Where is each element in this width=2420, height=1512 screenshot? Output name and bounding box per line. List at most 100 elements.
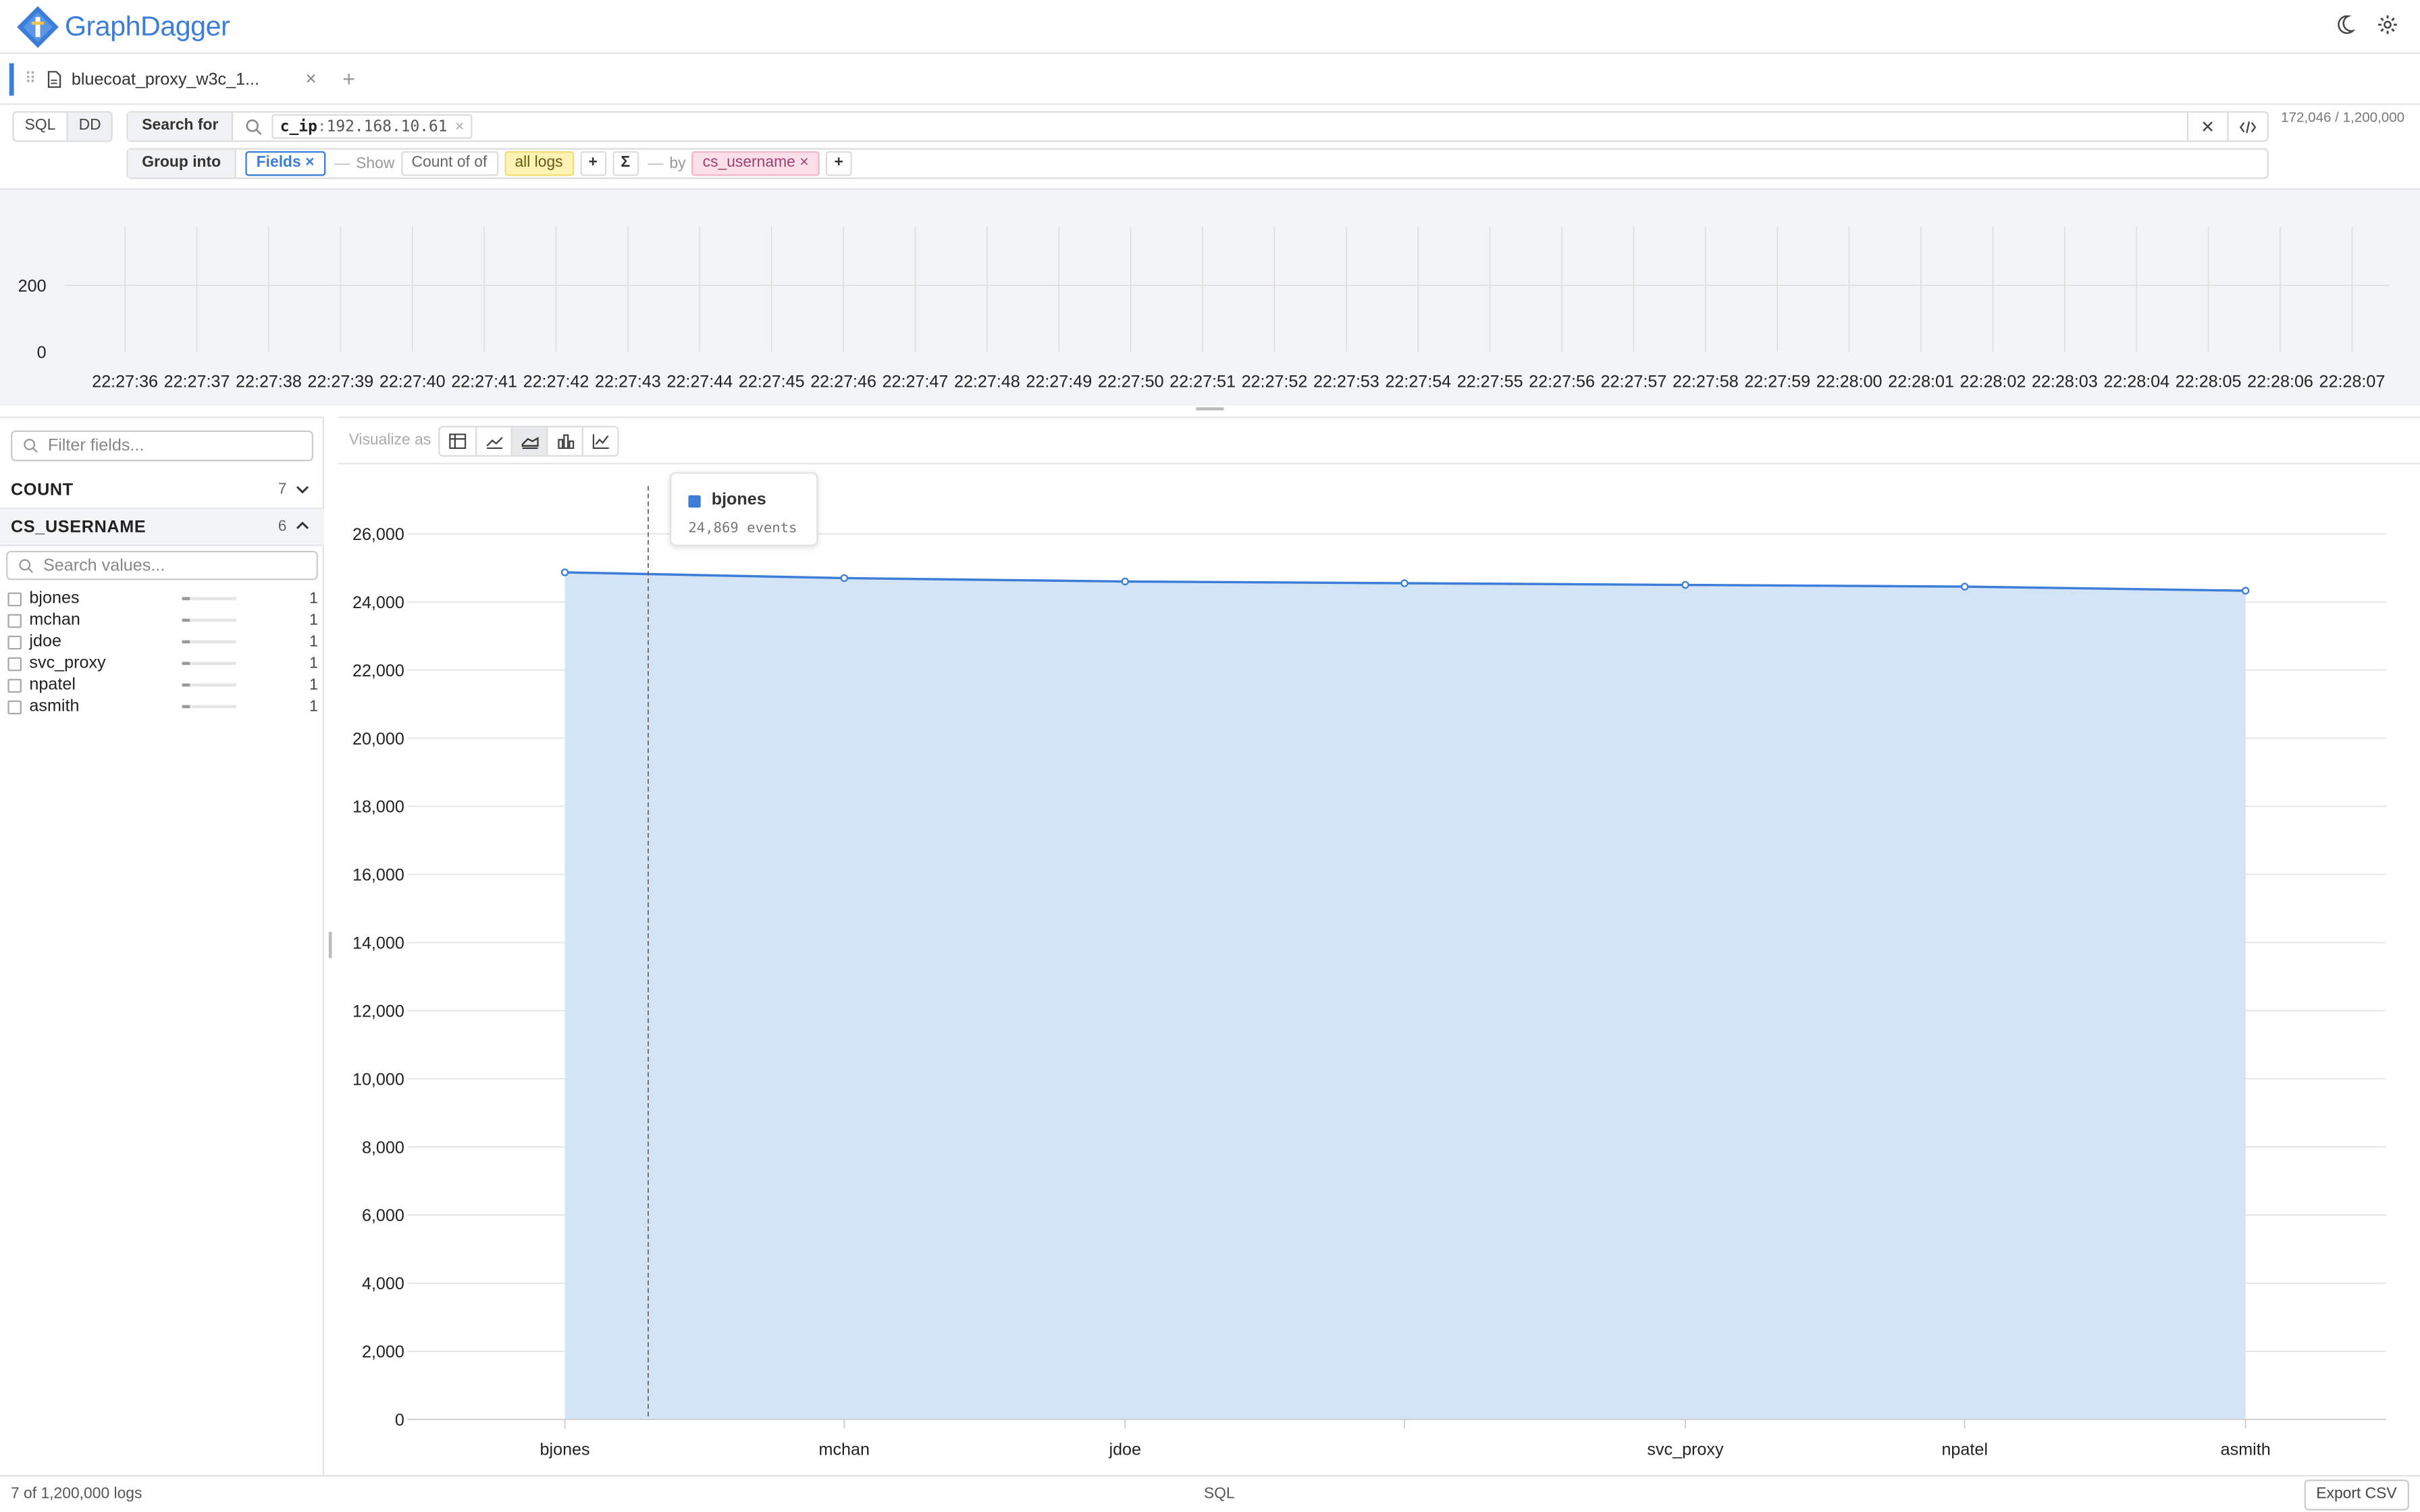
visualize-label: Visualize as (348, 431, 431, 450)
field-name: CS_USERNAME (10, 517, 147, 537)
field-count[interactable]: COUNT 7 (0, 472, 324, 510)
aggregate-button[interactable]: Σ (612, 151, 639, 176)
tooltip-series-name: bjones (711, 490, 766, 510)
value-checkbox[interactable] (7, 656, 22, 671)
show-label: Show (356, 155, 395, 172)
value-checkbox[interactable] (7, 613, 22, 628)
x-tick-label: jdoe (1109, 1440, 1142, 1459)
field-count-value: 7 (278, 481, 288, 499)
main-chart[interactable]: 0 2,000 4,000 6,000 8,000 10,000 12,000 14,000 1… (338, 464, 2420, 1475)
tab-bluecoat[interactable]: ⠿ bluecoat_proxy_w3c_1... × (9, 63, 326, 96)
value-row[interactable]: npatel 1 (0, 674, 324, 696)
metric-select[interactable]: Count of of (400, 151, 498, 176)
data-point[interactable] (1960, 583, 1969, 591)
sidebar-resize-handle[interactable] (328, 932, 332, 959)
viz-area-button[interactable] (510, 427, 547, 456)
value-row[interactable]: svc_proxy 1 (0, 653, 324, 674)
data-point[interactable] (560, 568, 569, 576)
histogram-svg: 22:27:36 22:27:37 22:27:38 22:27:39 22:27:40… (18, 226, 2390, 392)
data-point[interactable] (1681, 580, 1689, 589)
separator-dash: — (334, 155, 350, 172)
mode-sql-button[interactable]: SQL (14, 113, 67, 140)
value-checkbox[interactable] (7, 591, 22, 606)
gear-icon[interactable] (2377, 14, 2398, 36)
histogram-x-tick: 22:28:02 (1960, 373, 2026, 392)
histogram-x-tick: 22:27:37 (164, 373, 230, 392)
code-view-button[interactable] (2227, 112, 2267, 140)
tooltip-value: 24,869 events (688, 521, 797, 537)
value-share-fill (182, 597, 190, 601)
value-share-bar (182, 705, 236, 709)
field-cs-username[interactable]: CS_USERNAME 6 (0, 509, 324, 547)
value-label: npatel (29, 676, 76, 695)
search-icon (246, 118, 263, 134)
histogram-x-tick: 22:28:03 (2032, 373, 2098, 392)
remove-groupby-icon[interactable]: × (799, 155, 808, 171)
value-row[interactable]: bjones 1 (0, 588, 324, 610)
drag-handle-icon[interactable]: ⠿ (25, 71, 36, 88)
value-row[interactable]: jdoe 1 (0, 631, 324, 653)
separator-dash-2: — (648, 155, 664, 172)
histogram-x-tick: 22:27:50 (1098, 373, 1164, 392)
value-checkbox[interactable] (7, 678, 22, 693)
histogram-x-tick: 22:27:36 (92, 373, 158, 392)
groupby-chip-label: cs_username (702, 154, 795, 171)
y-tick-label: 20,000 (352, 730, 404, 749)
viz-bar-button[interactable] (546, 427, 582, 456)
x-tick-label: asmith (2221, 1440, 2271, 1459)
close-tab-icon[interactable]: × (306, 68, 317, 90)
remove-filter-icon[interactable]: × (455, 118, 464, 135)
data-point[interactable] (2241, 587, 2250, 595)
moon-icon[interactable] (2334, 14, 2355, 36)
value-share-fill (182, 618, 190, 622)
chevron-up-icon (296, 521, 309, 529)
export-csv-button[interactable]: Export CSV (2303, 1479, 2409, 1511)
value-share-fill (182, 640, 190, 644)
viz-line-button[interactable] (475, 427, 511, 456)
histogram-y-tick: 0 (37, 343, 47, 362)
add-tab-button[interactable]: + (342, 66, 355, 91)
value-row[interactable]: mchan 1 (0, 610, 324, 631)
clear-search-button[interactable]: ✕ (2186, 112, 2227, 140)
add-metric-button[interactable]: + (579, 151, 606, 176)
value-checkbox[interactable] (7, 699, 22, 714)
add-groupby-button[interactable]: + (825, 151, 852, 176)
mode-dd-button[interactable]: DD (66, 112, 112, 140)
value-checkbox[interactable] (7, 634, 22, 649)
value-row[interactable]: asmith 1 (0, 696, 324, 718)
viz-table-button[interactable] (440, 427, 475, 455)
fields-chip[interactable]: Fields × (245, 151, 325, 176)
area-chart-svg: 0 2,000 4,000 6,000 8,000 10,000 12,000 14,000 1… (352, 485, 2386, 1459)
remove-fields-icon[interactable]: × (305, 155, 314, 171)
scope-chip[interactable]: all logs (504, 151, 574, 176)
value-label: jdoe (29, 632, 61, 651)
histogram-x-tick: 22:27:41 (451, 373, 517, 392)
value-share-bar (182, 662, 236, 666)
app-logo[interactable]: GraphDagger (16, 4, 230, 49)
group-bar: Group into Fields × — Show Count of of a… (126, 148, 2269, 180)
fields-chip-label: Fields (256, 154, 301, 171)
viz-combo-button[interactable] (581, 427, 618, 456)
groupby-chip[interactable]: cs_username × (691, 151, 820, 176)
filter-chip-value: 192.168.10.61 (326, 117, 448, 135)
y-tick-label: 10,000 (352, 1070, 404, 1089)
data-point[interactable] (1121, 577, 1129, 586)
data-point[interactable] (840, 574, 848, 583)
y-tick-label: 12,000 (352, 1002, 404, 1021)
logo-icon (17, 5, 59, 47)
histogram-x-tick: 22:27:48 (954, 373, 1020, 392)
value-count: 1 (309, 612, 318, 629)
filter-chip-key: c_ip (280, 117, 317, 135)
histogram-x-tick: 22:27:57 (1601, 373, 1667, 392)
search-values-input[interactable]: Search values... (6, 550, 318, 580)
histogram-x-tick: 22:27:40 (379, 373, 446, 392)
timeline-histogram[interactable]: 22:27:36 22:27:37 22:27:38 22:27:39 22:27:40… (0, 188, 2420, 406)
combo-chart-icon (591, 434, 608, 450)
filter-chip[interactable]: c_ip : 192.168.10.61 × (272, 114, 472, 139)
search-icon (24, 439, 38, 453)
panel-splitter[interactable] (1196, 407, 1224, 410)
fields-sidebar: Filter fields... COUNT 7 CS_USERNAME 6 S… (0, 416, 324, 1476)
histogram-x-tick: 22:28:05 (2176, 373, 2242, 392)
filter-fields-input[interactable]: Filter fields... (10, 430, 313, 462)
data-point[interactable] (1400, 579, 1409, 587)
